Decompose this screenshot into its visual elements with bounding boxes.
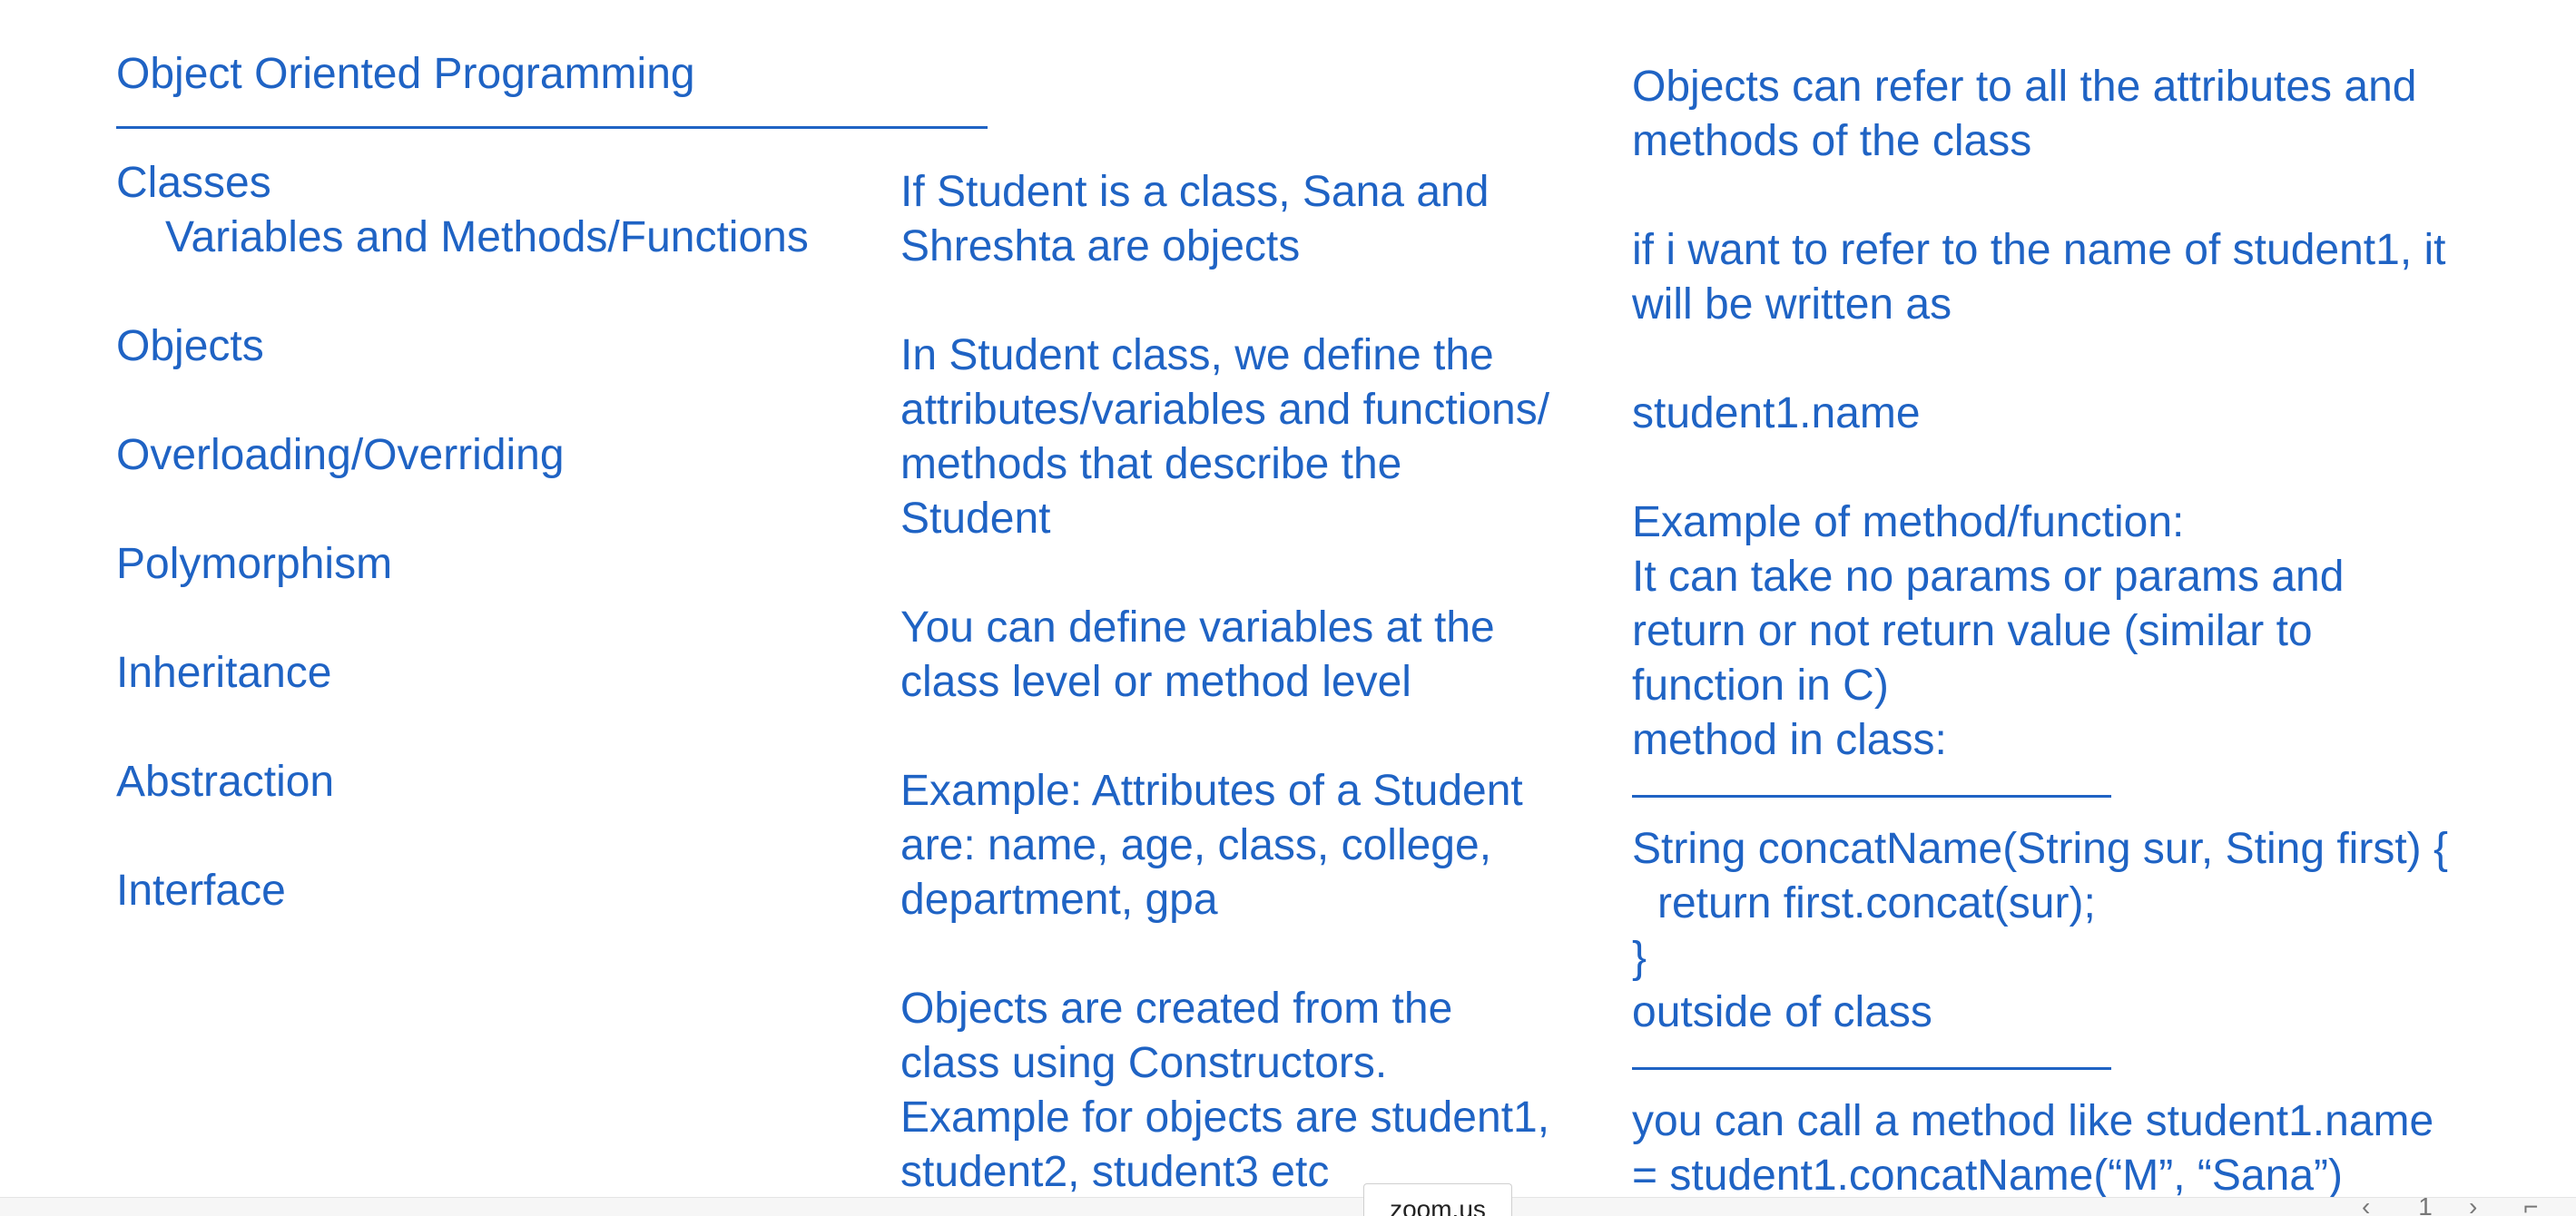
topic-overloading: Overloading/Overriding — [116, 431, 565, 479]
left-column: Object Oriented Programming Classes Vari… — [116, 0, 1024, 998]
topic-abstraction: Abstraction — [116, 758, 335, 806]
note-line: attributes/variables and functions/ — [900, 386, 1550, 434]
note-line: Example for objects are student1, — [900, 1093, 1550, 1142]
note-line: methods of the class — [1632, 117, 2032, 165]
note-line: class using Constructors. — [900, 1039, 1388, 1087]
zoom-label-button[interactable]: zoom.us — [1363, 1183, 1512, 1216]
note-line: you can call a method like student1.name — [1632, 1097, 2434, 1145]
note-line: department, gpa — [900, 876, 1218, 924]
note-line: return or not return value (similar to — [1632, 607, 2313, 655]
note-line: It can take no params or params and — [1632, 553, 2345, 601]
note-line: = student1.concatName(“M”, “Sana”) — [1632, 1152, 2343, 1200]
code-line: } — [1632, 934, 1647, 982]
note-line: Shreshta are objects — [900, 222, 1301, 270]
next-page-icon[interactable]: › — [2469, 1189, 2491, 1216]
title-underline — [116, 126, 988, 129]
middle-column: If Student is a class, Sana and Shreshta… — [900, 0, 1590, 1216]
note-line: will be written as — [1632, 280, 1952, 329]
note-line: outside of class — [1632, 988, 1932, 1036]
note-line: are: name, age, class, college, — [900, 821, 1492, 869]
topic-classes-sub: Variables and Methods/Functions — [165, 213, 809, 261]
topic-objects: Objects — [116, 322, 264, 370]
topic-classes: Classes — [116, 159, 271, 207]
note-line: Example of method/function: — [1632, 498, 2185, 546]
page-title: Object Oriented Programming — [116, 50, 695, 98]
note-line: Objects are created from the — [900, 985, 1453, 1033]
note-line: Student — [900, 495, 1051, 543]
note-line: function in C) — [1632, 662, 1889, 710]
note-page: Object Oriented Programming Classes Vari… — [0, 0, 2576, 1216]
note-line: You can define variables at the — [900, 603, 1495, 652]
note-line: methods that describe the — [900, 440, 1402, 488]
note-line: Objects can refer to all the attributes … — [1632, 63, 2417, 111]
right-column: Objects can refer to all the attributes … — [1632, 0, 2540, 1216]
method-rule-top — [1632, 795, 2111, 798]
bottom-bar — [0, 1197, 2576, 1216]
note-line: if i want to refer to the name of studen… — [1632, 226, 2446, 274]
note-line: If Student is a class, Sana and — [900, 168, 1490, 216]
note-line: student2, student3 etc — [900, 1148, 1330, 1196]
note-line: Example: Attributes of a Student — [900, 767, 1523, 815]
prev-page-icon[interactable]: ‹ — [2362, 1189, 2384, 1216]
topic-interface: Interface — [116, 867, 286, 915]
code-line: return first.concat(sur); — [1657, 879, 2096, 927]
note-line: In Student class, we define the — [900, 331, 1494, 379]
page-number: 1 — [2418, 1192, 2433, 1216]
topic-polymorphism: Polymorphism — [116, 540, 393, 588]
topic-inheritance: Inheritance — [116, 649, 332, 697]
method-rule-bottom — [1632, 1067, 2111, 1070]
note-line: class level or method level — [900, 658, 1411, 706]
code-line: String concatName(String sur, Sting firs… — [1632, 825, 2449, 873]
fullscreen-icon[interactable]: ⌐ — [2523, 1189, 2551, 1216]
note-line: student1.name — [1632, 389, 1921, 437]
note-line: method in class: — [1632, 716, 1947, 764]
